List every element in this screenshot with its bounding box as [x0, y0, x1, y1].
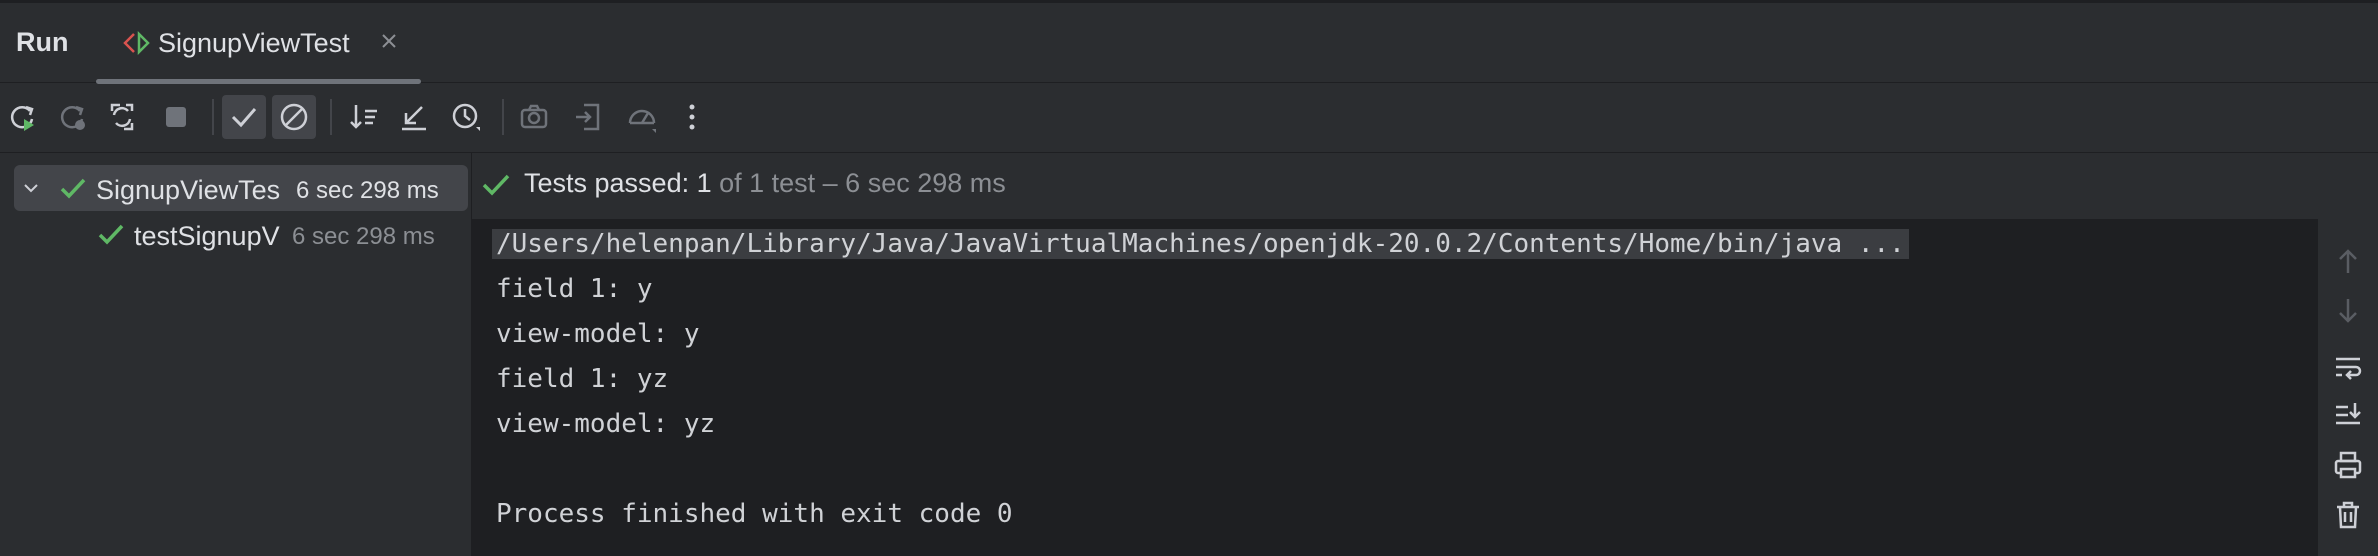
console-line: field 1: yz [496, 364, 669, 394]
import-button[interactable] [566, 95, 610, 139]
test-tree-panel: SignupViewTes 6 sec 298 ms testSignupV 6… [0, 153, 472, 556]
tree-item-testsignupview[interactable]: testSignupV 6 sec 298 ms [0, 211, 472, 257]
test-status-text: Tests passed: 1 of 1 test – 6 sec 298 ms [524, 168, 1006, 199]
tree-item-label: SignupViewTes [96, 175, 281, 205]
arrow-down-icon[interactable] [2332, 295, 2364, 327]
run-toolbar [0, 83, 2378, 153]
collapse-icon [402, 106, 426, 131]
checkmark-icon [231, 108, 257, 128]
history-button[interactable] [444, 95, 488, 139]
import-icon [576, 103, 600, 131]
rerun-button[interactable] [0, 95, 44, 139]
tree-item-signupviewtest[interactable]: SignupViewTes 6 sec 298 ms [14, 165, 468, 211]
toggle-auto-test-button[interactable] [100, 95, 144, 139]
status-passed-count: Tests passed: 1 [524, 168, 712, 198]
tree-item-time: 6 sec 298 ms [292, 223, 435, 250]
more-vertical-icon [689, 104, 695, 130]
tree-item-label: testSignupV [134, 221, 280, 251]
test-status-bar: Tests passed: 1 of 1 test – 6 sec 298 ms [472, 153, 2378, 219]
arrow-up-icon[interactable] [2332, 245, 2364, 277]
console-output[interactable]: /Users/helenpan/Library/Java/JavaVirtual… [472, 219, 2318, 556]
show-ignored-button[interactable] [272, 95, 316, 139]
speedometer-icon [628, 109, 656, 133]
sort-icon [350, 105, 377, 129]
clock-icon [452, 103, 480, 131]
sort-button[interactable] [342, 95, 386, 139]
tests-passed-icon [482, 174, 510, 196]
camera-icon [520, 104, 548, 129]
collapse-button[interactable] [392, 95, 436, 139]
rerun-icon [10, 105, 34, 131]
console-line: Process finished with exit code 0 [496, 499, 1013, 529]
console-actions-gutter [2318, 219, 2378, 556]
tab-label: SignupViewTest [158, 28, 350, 58]
tree-item-time: 6 sec 298 ms [296, 177, 439, 204]
rerun-failed-button[interactable] [50, 95, 94, 139]
scroll-to-end-icon[interactable] [2332, 399, 2364, 431]
stop-button[interactable] [154, 95, 198, 139]
rerun-failed-icon [60, 105, 85, 130]
toggle-auto-test-icon [110, 103, 134, 131]
print-icon[interactable] [2332, 449, 2364, 481]
soft-wrap-icon[interactable] [2332, 351, 2364, 383]
test-passed-icon [60, 178, 86, 199]
chevron-down-icon[interactable] [20, 177, 42, 199]
stop-icon [166, 107, 186, 127]
ignored-icon [280, 103, 308, 131]
show-passed-button[interactable] [222, 95, 266, 139]
status-details: of 1 test – 6 sec 298 ms [711, 168, 1006, 198]
console-command-line[interactable]: /Users/helenpan/Library/Java/JavaVirtual… [492, 229, 1909, 259]
tool-window-header: Run SignupViewTest [0, 3, 2378, 84]
screenshot-button[interactable] [512, 95, 556, 139]
toolbar-separator [502, 99, 504, 135]
test-class-icon [123, 31, 150, 55]
toolbar-separator [330, 99, 332, 135]
console-line: view-model: y [496, 319, 700, 349]
toolbar-separator [212, 99, 214, 135]
console-line: view-model: yz [496, 409, 716, 439]
coverage-button[interactable] [620, 95, 664, 139]
run-title: Run [16, 27, 69, 57]
test-passed-icon [98, 224, 124, 245]
trash-icon[interactable] [2332, 499, 2364, 531]
console-line: field 1: y [496, 274, 653, 304]
close-icon[interactable] [378, 30, 400, 52]
tab-signupviewtest[interactable]: SignupViewTest [96, 3, 421, 84]
more-button[interactable] [670, 95, 714, 139]
